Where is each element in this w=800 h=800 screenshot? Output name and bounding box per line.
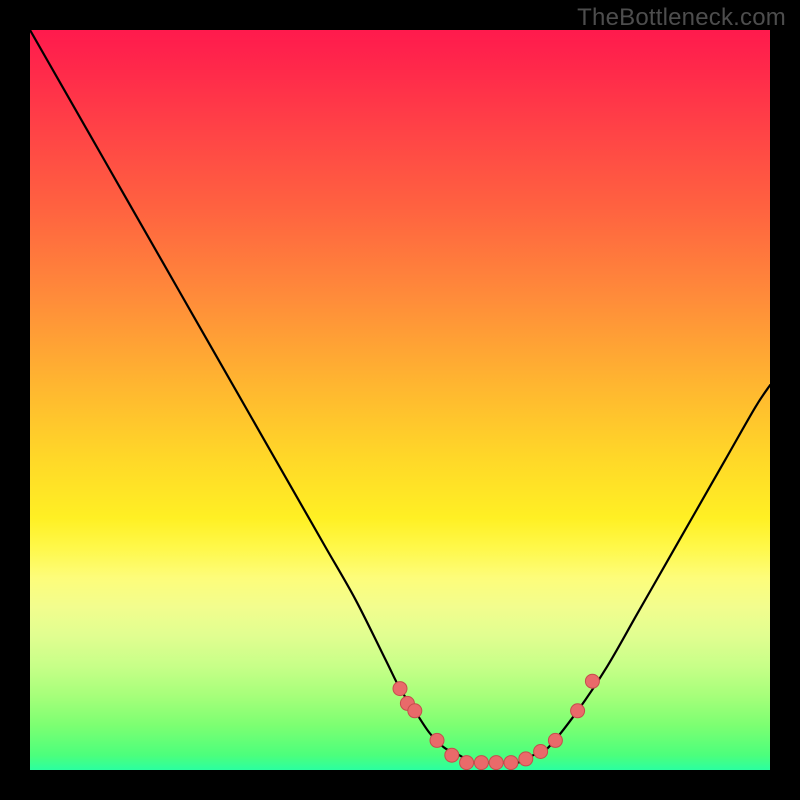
good-fit-dot — [519, 752, 533, 766]
good-fit-dot — [585, 674, 599, 688]
good-fit-dot — [474, 756, 488, 770]
good-fit-dot — [534, 745, 548, 759]
chart-stage: TheBottleneck.com — [0, 0, 800, 800]
plot-area — [30, 30, 770, 770]
good-fit-dot — [460, 756, 474, 770]
good-fit-dot — [430, 733, 444, 747]
attribution-text: TheBottleneck.com — [577, 4, 786, 32]
good-fit-dot — [548, 733, 562, 747]
good-fit-dot — [571, 704, 585, 718]
dots-group — [393, 674, 599, 769]
good-fit-dot — [408, 704, 422, 718]
good-fit-dots — [30, 30, 770, 770]
good-fit-dot — [489, 756, 503, 770]
good-fit-dot — [445, 748, 459, 762]
good-fit-dot — [504, 756, 518, 770]
good-fit-dot — [393, 682, 407, 696]
